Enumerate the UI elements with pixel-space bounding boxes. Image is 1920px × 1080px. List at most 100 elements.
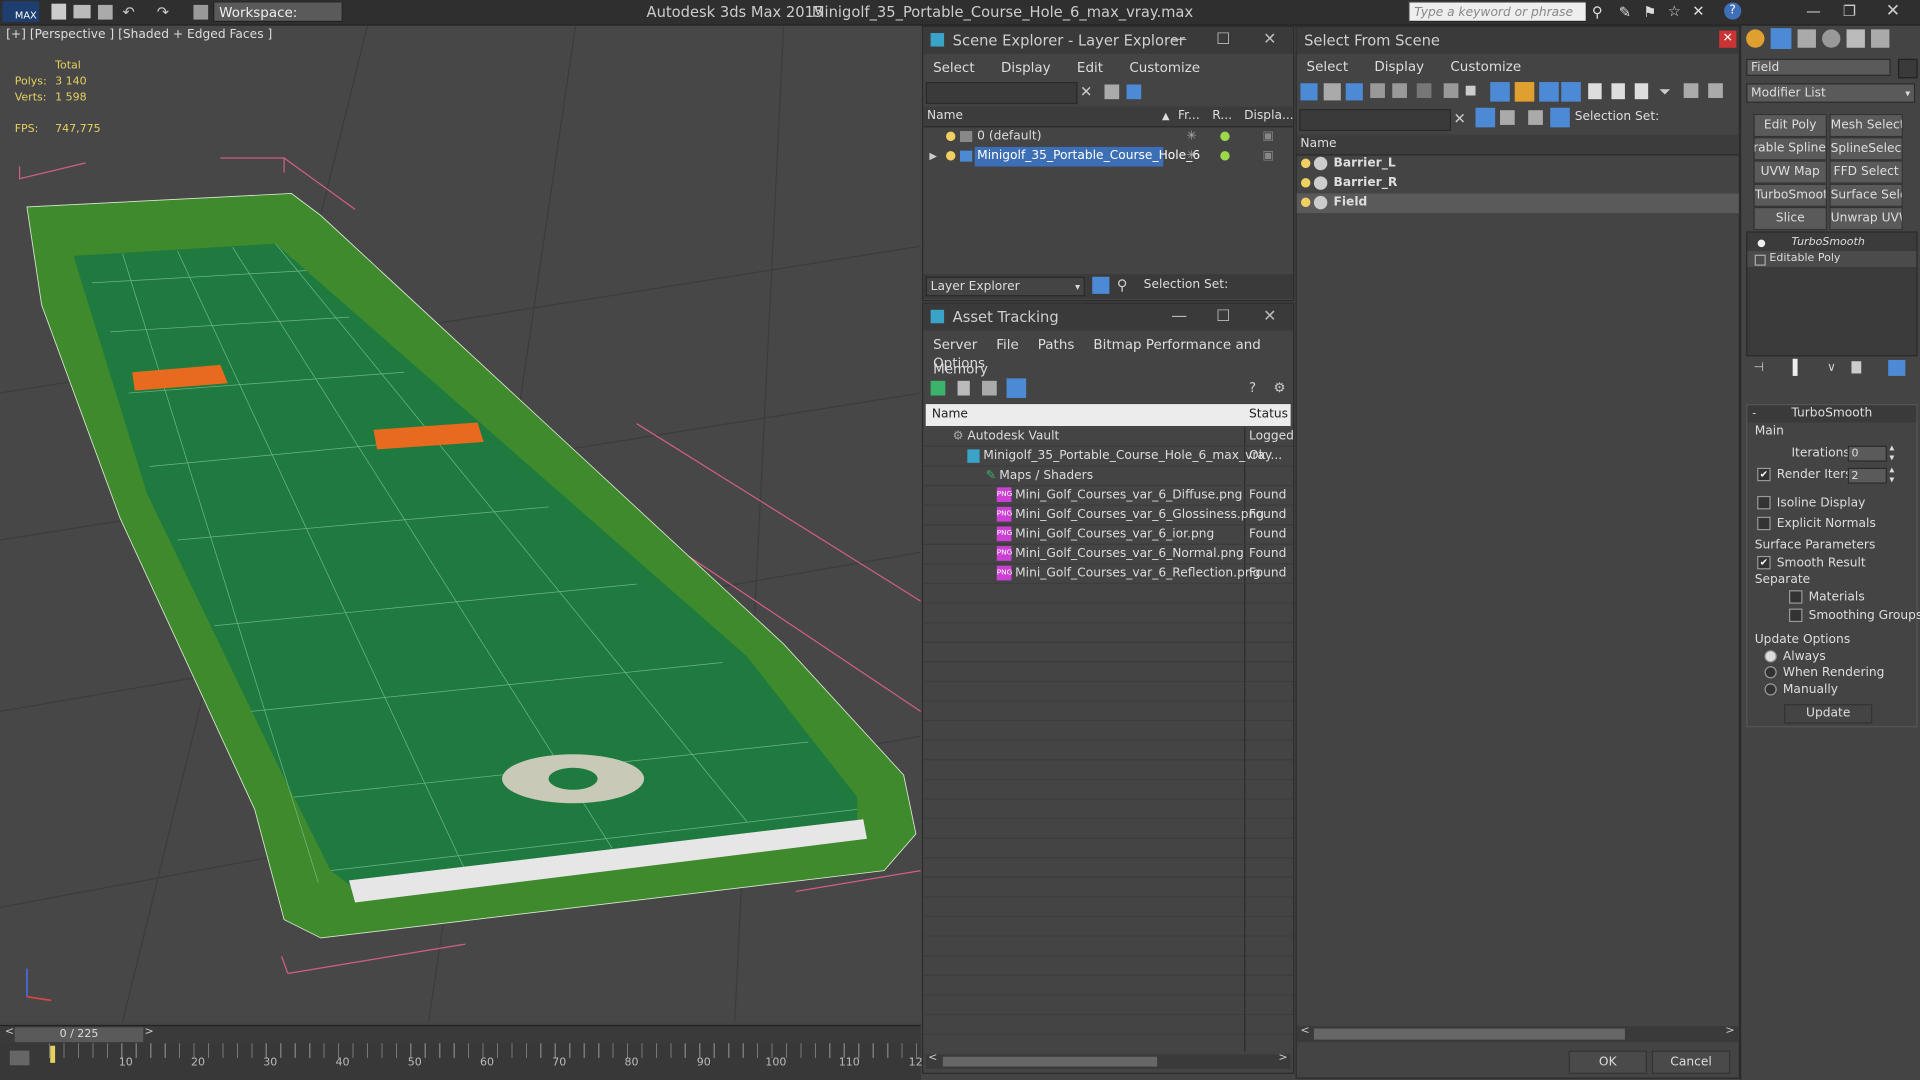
maximize-icon[interactable]: ☐ xyxy=(1207,304,1239,331)
search-input[interactable]: Type a keyword or phrase xyxy=(1408,1,1587,23)
list-view-icon[interactable] xyxy=(957,380,970,396)
menu-server[interactable]: Server xyxy=(933,337,977,353)
display-icon[interactable]: ▣ xyxy=(1262,127,1274,147)
col-name[interactable]: Name xyxy=(927,107,963,127)
close-icon[interactable]: ✕ xyxy=(1719,30,1737,48)
menu-file[interactable]: File xyxy=(996,337,1019,353)
menu-customize[interactable]: Customize xyxy=(1129,60,1200,76)
slice-button[interactable]: Slice xyxy=(1753,206,1827,231)
stack-item-editable-poly[interactable]: Editable Poly xyxy=(1747,251,1917,267)
col-display[interactable]: Displa... xyxy=(1244,107,1294,127)
scroll-right-icon[interactable]: > xyxy=(1278,1052,1287,1064)
expand-icon[interactable]: ▶ xyxy=(929,147,937,167)
prev-frame-icon[interactable]: < xyxy=(5,1026,14,1038)
undo-icon[interactable]: ↶ xyxy=(122,4,134,21)
display-tab-icon[interactable] xyxy=(1846,29,1865,48)
object-row-selected[interactable]: ● Field xyxy=(1296,193,1739,214)
lightbulb-icon[interactable]: ● xyxy=(1300,174,1311,194)
filter-active-icon[interactable] xyxy=(1475,107,1496,128)
object-row[interactable]: ● Barrier_R xyxy=(1297,174,1739,194)
star-icon[interactable]: ☆ xyxy=(1668,2,1681,19)
layer-mode-icon[interactable] xyxy=(1092,276,1110,294)
cancel-button[interactable]: Cancel xyxy=(1651,1050,1731,1074)
maximize-icon[interactable]: ☐ xyxy=(1207,27,1239,54)
hierarchy-tab-icon[interactable] xyxy=(1797,29,1816,48)
asset-row[interactable]: PNG Mini_Golf_Courses_var_6_Normal.png F… xyxy=(925,545,1291,565)
open-file-icon[interactable] xyxy=(73,4,91,19)
new-file-icon[interactable] xyxy=(51,3,67,20)
close-icon[interactable]: ✕ xyxy=(1886,1,1900,21)
select-invert-icon[interactable] xyxy=(1634,83,1649,100)
display-cameras-icon[interactable] xyxy=(1370,83,1385,98)
minimize-icon[interactable]: — xyxy=(1163,304,1195,331)
col-freeze[interactable]: Fr... xyxy=(1178,107,1200,127)
utilities-tab-icon[interactable] xyxy=(1871,29,1890,48)
motion-tab-icon[interactable] xyxy=(1822,29,1841,48)
sort-icon[interactable] xyxy=(1550,107,1570,128)
close-icon[interactable]: ✕ xyxy=(1254,304,1286,331)
rollout-header[interactable]: - TurboSmooth xyxy=(1747,405,1917,423)
display-groups-icon[interactable] xyxy=(1443,83,1459,98)
col-status[interactable]: Status xyxy=(1249,404,1288,426)
scroll-thumb[interactable] xyxy=(1313,1028,1625,1040)
ffd-select-button[interactable]: FFD Select xyxy=(1829,160,1903,184)
collapse-icon[interactable]: - xyxy=(1752,405,1756,422)
display-geometry-icon[interactable] xyxy=(1300,83,1318,101)
update-button[interactable]: Update xyxy=(1784,704,1873,724)
render-iters-row[interactable]: ✔ Render Iters: xyxy=(1757,467,1856,482)
select-hscrollbar[interactable]: < > xyxy=(1296,1025,1739,1043)
viewport-label[interactable]: [+] [Perspective ] [Shaded + Edged Faces… xyxy=(6,28,272,41)
manually-row[interactable]: Manually xyxy=(1764,683,1838,697)
display-invert-icon[interactable] xyxy=(1561,82,1581,102)
asset-row[interactable]: ⚙ Autodesk Vault Logged xyxy=(925,427,1294,447)
minimize-icon[interactable]: — xyxy=(1806,2,1821,19)
when-rendering-radio[interactable] xyxy=(1764,666,1777,679)
track-bar[interactable]: 10 20 30 40 50 60 70 80 90 100 110 12 xyxy=(0,1043,923,1080)
menu-options[interactable]: Options xyxy=(933,355,985,371)
menu-select[interactable]: Select xyxy=(933,60,975,76)
select-search-input[interactable] xyxy=(1299,108,1452,132)
teapot-icon[interactable]: ● xyxy=(1220,127,1231,147)
menu-display[interactable]: Display xyxy=(1374,59,1424,75)
make-unique-icon[interactable]: ∨ xyxy=(1827,361,1836,374)
help-icon[interactable]: ? xyxy=(1724,2,1742,20)
lightbulb-icon[interactable]: ● xyxy=(1757,235,1766,251)
display-none-icon[interactable] xyxy=(1539,82,1559,102)
lightbulb-icon[interactable]: ● xyxy=(945,147,956,167)
stack-item-turbosmooth[interactable]: ● TurboSmooth xyxy=(1747,235,1916,251)
create-tab-icon[interactable] xyxy=(1746,29,1765,48)
project-icon[interactable] xyxy=(193,4,209,20)
key-filter-icon[interactable] xyxy=(9,1050,30,1066)
perspective-viewport[interactable]: [+] [Perspective ] [Shaded + Edged Faces… xyxy=(0,25,921,1023)
workspace-dropdown[interactable]: Workspace: Default▾ xyxy=(213,1,343,42)
col-name[interactable]: Name xyxy=(1300,135,1336,155)
smooth-result-row[interactable]: ✔ Smooth Result xyxy=(1757,555,1866,570)
smoothing-groups-row[interactable]: Smoothing Groups xyxy=(1788,608,1920,623)
menu-edit[interactable]: Edit xyxy=(1077,60,1103,76)
menu-paths[interactable]: Paths xyxy=(1038,337,1075,353)
exchange-icon[interactable]: ✕ xyxy=(1692,2,1704,19)
asset-row[interactable]: PNG Mini_Golf_Courses_var_6_Reflection.p… xyxy=(925,564,1291,585)
ok-button[interactable]: OK xyxy=(1568,1050,1647,1074)
lightbulb-icon[interactable]: ● xyxy=(1300,154,1311,174)
display-spacewarps-icon[interactable] xyxy=(1416,83,1432,98)
subscription-icon[interactable]: ⚑ xyxy=(1643,4,1656,21)
layer-add-icon[interactable] xyxy=(1126,84,1142,100)
display-bones-icon[interactable] xyxy=(1490,82,1510,102)
always-row[interactable]: Always xyxy=(1764,650,1826,664)
show-end-result-icon[interactable] xyxy=(1792,358,1798,376)
layers-icon[interactable] xyxy=(1500,110,1515,125)
isoline-checkbox[interactable] xyxy=(1757,495,1771,510)
display-icon[interactable]: ▣ xyxy=(1262,147,1274,167)
scene-explorer-search-input[interactable] xyxy=(925,82,1078,105)
menu-display[interactable]: Display xyxy=(1001,60,1051,76)
col-render[interactable]: R... xyxy=(1212,107,1232,127)
explicit-normals-checkbox[interactable] xyxy=(1757,516,1771,531)
hierarchy-icon[interactable] xyxy=(1683,83,1699,98)
pin-stack-icon[interactable]: ⊣ xyxy=(1753,361,1764,374)
surface-select-button[interactable]: Surface Select xyxy=(1829,183,1903,207)
when-rendering-row[interactable]: When Rendering xyxy=(1764,666,1884,680)
menu-customize[interactable]: Customize xyxy=(1450,59,1521,75)
filter-icon[interactable] xyxy=(1104,84,1120,100)
asset-row[interactable]: ✎ Maps / Shaders xyxy=(925,467,1291,487)
